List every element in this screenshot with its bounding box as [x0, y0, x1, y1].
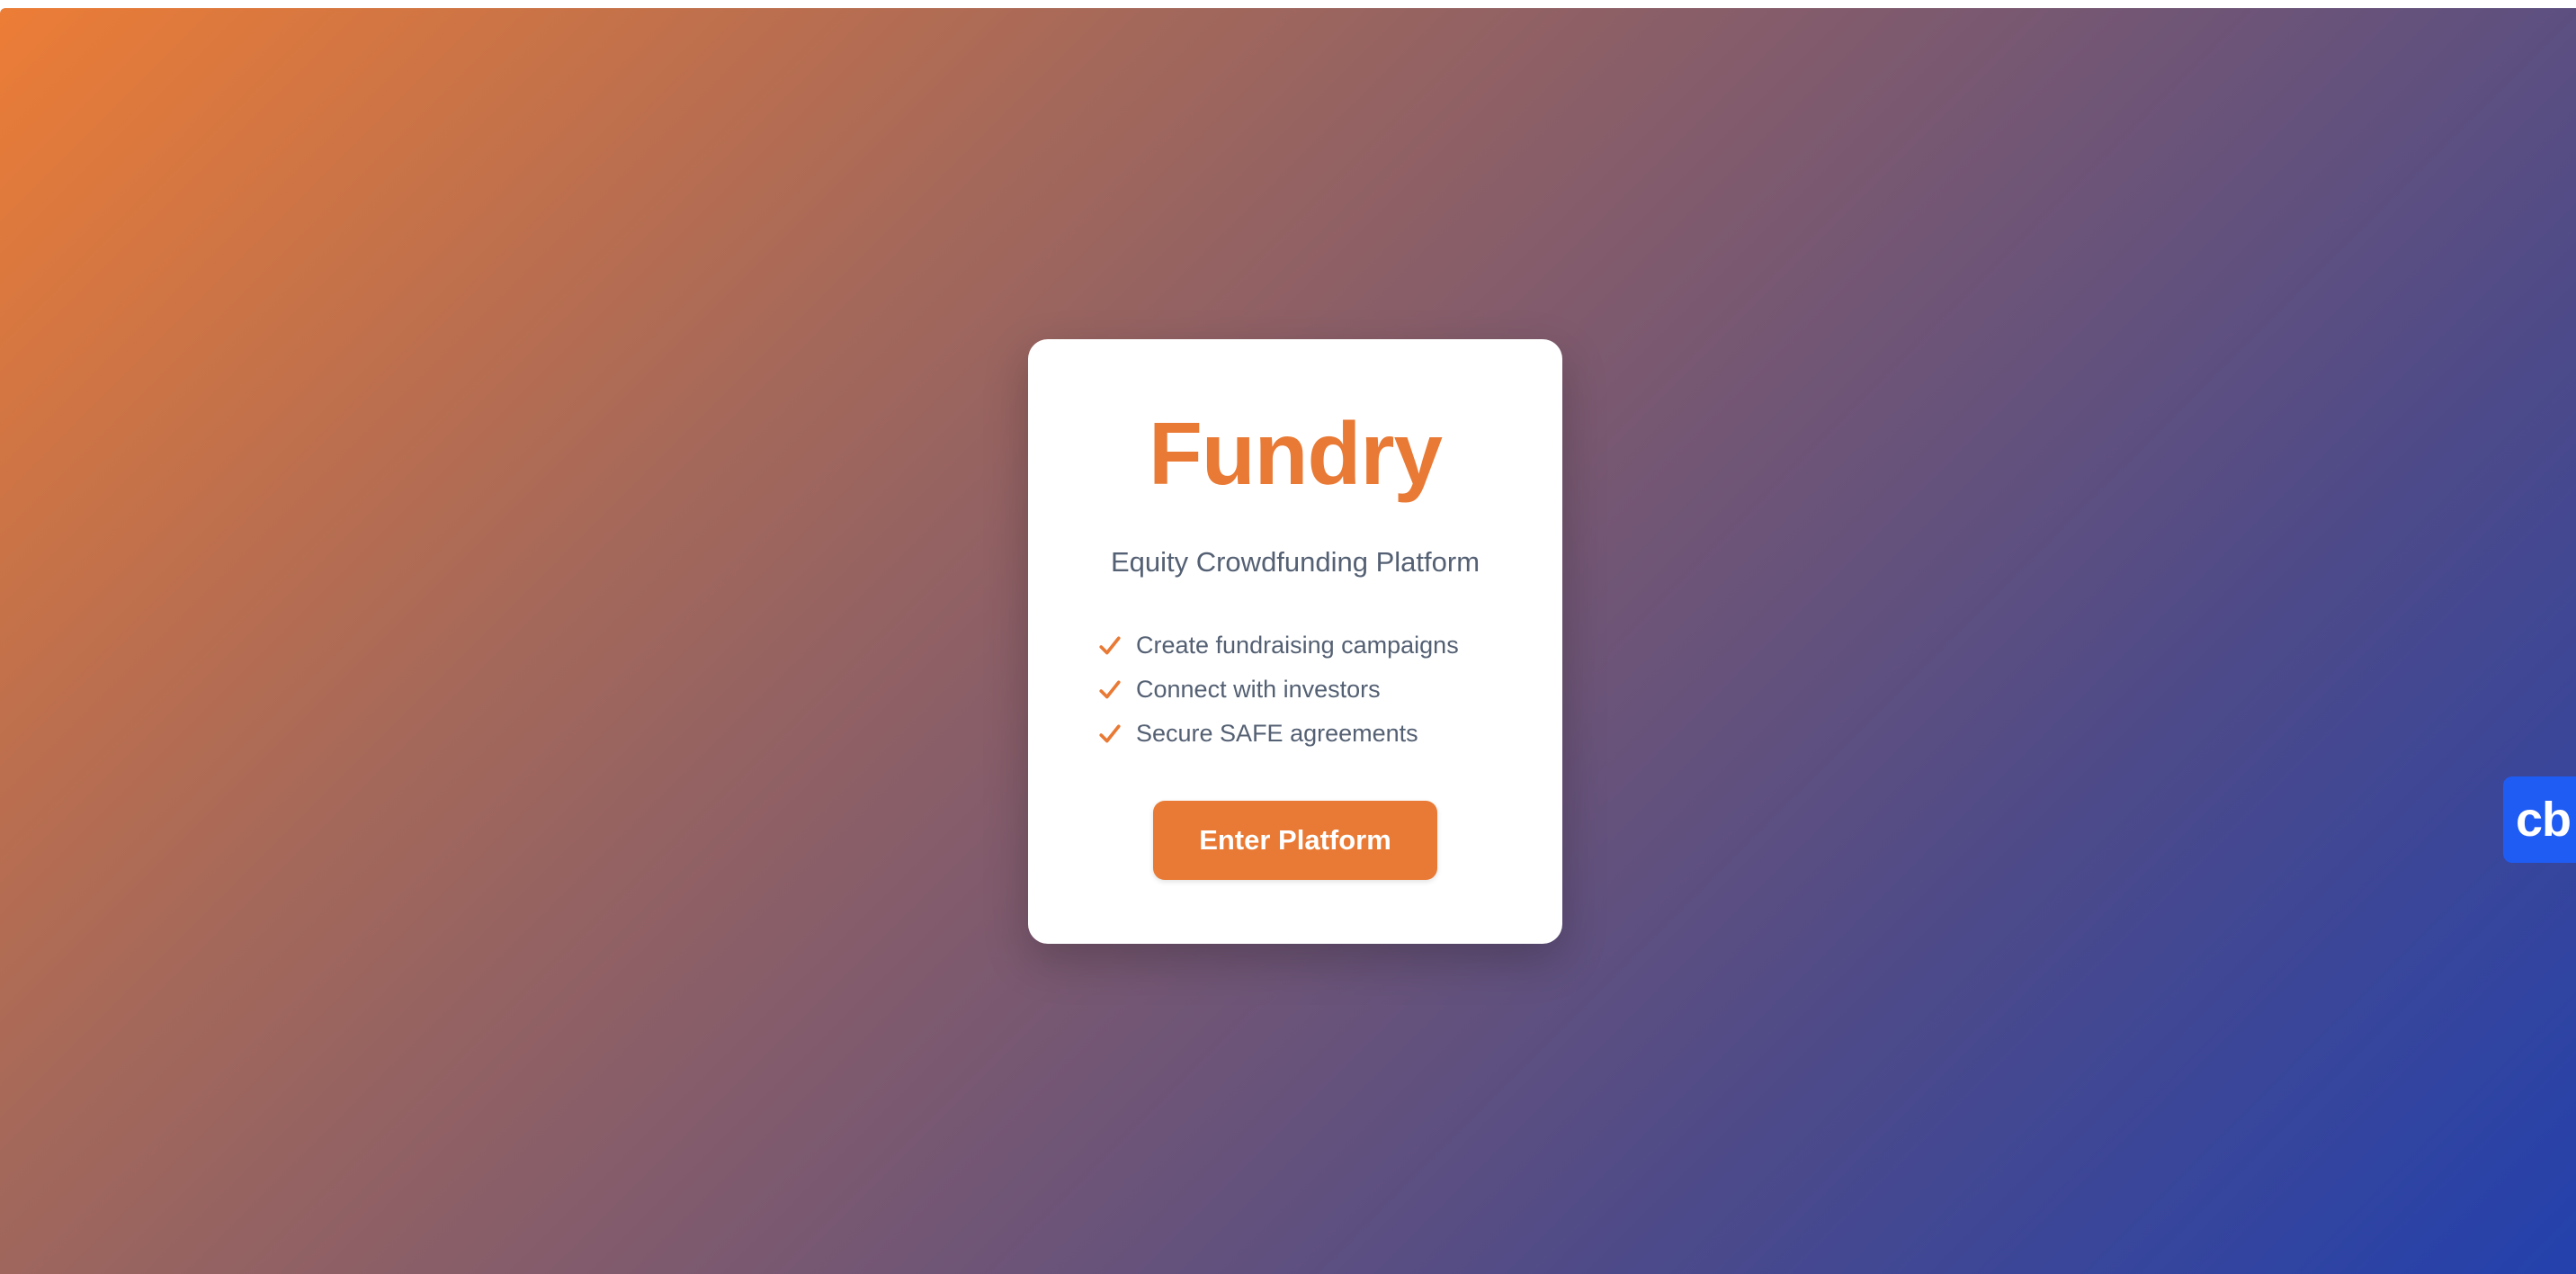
- side-widget-label: cb: [2516, 793, 2572, 847]
- feature-label: Secure SAFE agreements: [1136, 720, 1418, 747]
- feature-item: Connect with investors: [1098, 668, 1459, 712]
- check-icon: [1099, 679, 1121, 698]
- side-widget-button[interactable]: cb: [2503, 776, 2576, 863]
- brand-title: Fundry: [1148, 404, 1443, 503]
- check-icon: [1099, 723, 1121, 742]
- welcome-card: Fundry Equity Crowdfunding Platform Crea…: [1028, 339, 1562, 944]
- feature-label: Connect with investors: [1136, 676, 1381, 703]
- landing-background: Fundry Equity Crowdfunding Platform Crea…: [0, 8, 2576, 1274]
- feature-label: Create fundraising campaigns: [1136, 632, 1459, 659]
- check-icon: [1099, 635, 1121, 654]
- feature-list: Create fundraising campaigns Connect wit…: [1098, 624, 1459, 756]
- feature-item: Secure SAFE agreements: [1098, 712, 1459, 756]
- enter-platform-button[interactable]: Enter Platform: [1153, 801, 1437, 880]
- brand-tagline: Equity Crowdfunding Platform: [1110, 546, 1480, 578]
- feature-item: Create fundraising campaigns: [1098, 624, 1459, 668]
